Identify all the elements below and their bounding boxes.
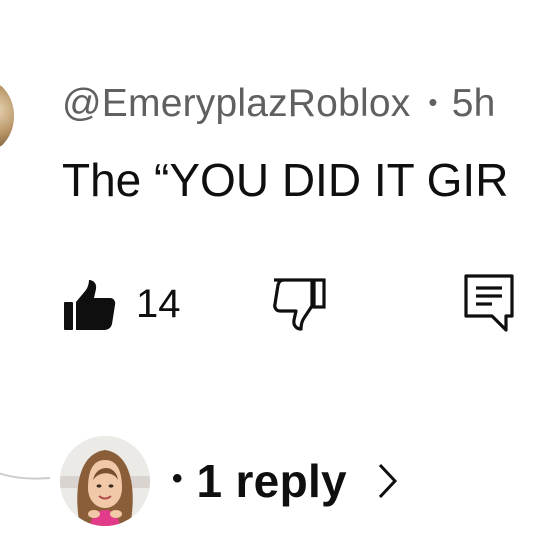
- comment-text: The “YOU DID IT GIR: [62, 154, 509, 206]
- author-handle[interactable]: @EmeryplazRoblox: [62, 82, 410, 126]
- comment-timestamp[interactable]: 5h: [452, 82, 496, 126]
- chevron-right-icon: [378, 463, 397, 499]
- thumbs-up-icon: [64, 280, 116, 330]
- meta-separator: •: [428, 86, 438, 117]
- thumbs-down-icon: [273, 278, 326, 331]
- like-count: 14: [136, 282, 181, 326]
- comment-thread: @EmeryplazRoblox • 5h The “YOU DID IT GI…: [0, 0, 560, 560]
- reply-author-avatar: [60, 436, 150, 526]
- avatar-photo: [60, 436, 150, 526]
- thread-connector: [0, 472, 51, 480]
- dislike-button[interactable]: [270, 276, 328, 334]
- comment-reply-icon: [464, 274, 514, 332]
- view-replies-button[interactable]: • 1 reply: [60, 436, 399, 526]
- like-button[interactable]: [62, 278, 118, 334]
- comment-header: @EmeryplazRoblox • 5h: [62, 78, 496, 130]
- replies-count-label: 1 reply: [196, 455, 347, 507]
- replies-separator: •: [172, 462, 183, 495]
- commenter-avatar[interactable]: [0, 78, 14, 154]
- comment-actions: 14: [0, 270, 560, 340]
- reply-button[interactable]: [462, 272, 516, 336]
